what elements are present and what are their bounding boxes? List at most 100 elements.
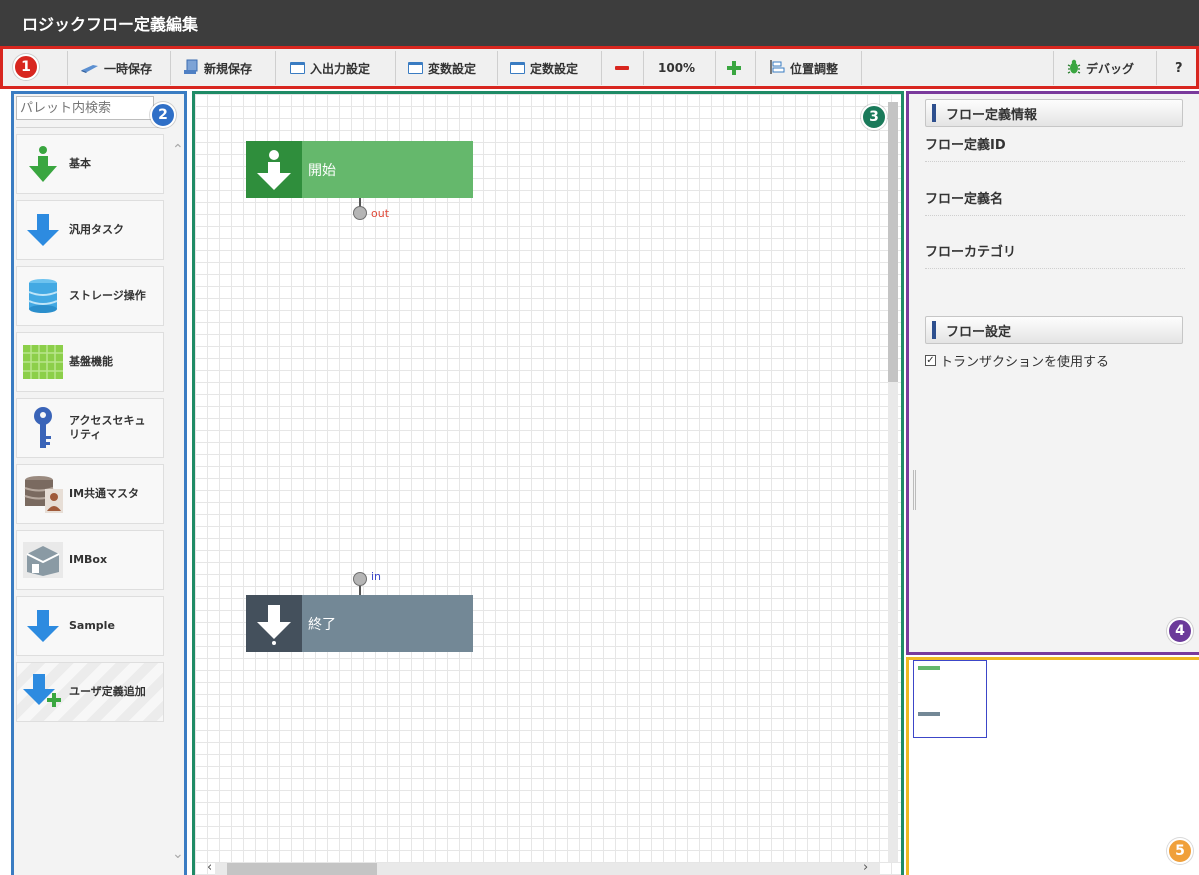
position-adjust-label: 位置調整 bbox=[790, 61, 839, 76]
palette-item-sample[interactable]: Sample bbox=[16, 596, 164, 656]
flow-info-header[interactable]: フロー定義情報 bbox=[925, 99, 1183, 127]
flow-id-label: フロー定義ID bbox=[925, 134, 1185, 162]
toolbar-separator bbox=[170, 51, 171, 85]
palette-item-storage[interactable]: ストレージ操作 bbox=[16, 266, 164, 326]
overview-minimap[interactable]: 5 bbox=[906, 657, 1199, 875]
palette-item-label: IMBox bbox=[69, 553, 108, 566]
plus-icon bbox=[727, 61, 741, 75]
palette-item-add-user-defined[interactable]: ユーザ定義追加 bbox=[16, 662, 164, 722]
palette-item-platform[interactable]: 基盤機能 bbox=[16, 332, 164, 392]
palette-search-input[interactable] bbox=[16, 96, 154, 120]
toolbar-separator bbox=[601, 51, 602, 85]
help-button[interactable]: ? bbox=[1175, 55, 1183, 81]
section-bar bbox=[932, 104, 936, 122]
palette-item-im-master[interactable]: IM共通マスタ bbox=[16, 464, 164, 524]
minus-icon bbox=[615, 66, 629, 70]
scroll-left-icon[interactable]: ‹ bbox=[207, 860, 212, 875]
callout-badge-2: 2 bbox=[150, 102, 176, 128]
minimap-viewport[interactable] bbox=[913, 660, 987, 738]
key-icon bbox=[17, 398, 69, 458]
palette-item-label: ストレージ操作 bbox=[69, 289, 146, 302]
toolbar-separator bbox=[755, 51, 756, 85]
scroll-down-icon[interactable]: ⌄ bbox=[172, 846, 184, 862]
flow-name-label: フロー定義名 bbox=[925, 188, 1185, 216]
io-settings-button[interactable]: 入出力設定 bbox=[290, 55, 370, 81]
temp-save-button[interactable]: 一時保存 bbox=[81, 55, 152, 81]
end-node-label: 終了 bbox=[302, 595, 473, 652]
scroll-up-icon[interactable]: ⌃ bbox=[172, 142, 184, 158]
flow-canvas[interactable]: 3 開始 out in 終了 ‹ › bbox=[192, 91, 904, 875]
out-port[interactable] bbox=[353, 206, 367, 220]
toolbar-separator bbox=[67, 51, 68, 85]
new-save-icon bbox=[183, 59, 199, 78]
box-icon bbox=[17, 530, 69, 590]
window-title: ロジックフロー定義編集 bbox=[22, 15, 199, 34]
use-transaction-checkbox[interactable]: ✓ トランザクションを使用する bbox=[925, 351, 1109, 370]
new-save-label: 新規保存 bbox=[204, 61, 253, 76]
canvas-horizontal-scrollbar[interactable] bbox=[215, 863, 880, 875]
in-port[interactable] bbox=[353, 572, 367, 586]
flow-info-header-label: フロー定義情報 bbox=[946, 107, 1038, 123]
temp-save-label: 一時保存 bbox=[104, 61, 153, 76]
blue-arrow-down-icon bbox=[17, 596, 69, 656]
end-node[interactable]: 終了 bbox=[246, 595, 473, 652]
storage-cylinder-icon bbox=[17, 266, 69, 326]
callout-badge-3: 3 bbox=[861, 104, 887, 130]
palette-item-basic[interactable]: 基本 bbox=[16, 134, 164, 194]
window-icon bbox=[290, 62, 305, 74]
minimap-start-node bbox=[918, 666, 940, 670]
panel-resize-handle[interactable] bbox=[913, 470, 916, 510]
flow-settings-header-label: フロー設定 bbox=[946, 324, 1012, 340]
palette-item-access-security[interactable]: アクセスセキュリティ bbox=[16, 398, 164, 458]
const-settings-label: 定数設定 bbox=[530, 61, 579, 76]
out-port-label: out bbox=[371, 207, 390, 220]
section-bar bbox=[932, 321, 936, 339]
callout-badge-1: 1 bbox=[13, 54, 39, 80]
flow-category-label: フローカテゴリ bbox=[925, 241, 1185, 269]
toolbar-separator bbox=[643, 51, 644, 85]
use-transaction-label: トランザクションを使用する bbox=[940, 355, 1110, 370]
logic-flow-editor: ロジックフロー定義編集 1 一時保存 新規保存 入出力設定 変数設定 定数設定 … bbox=[0, 0, 1199, 875]
palette-item-imbox[interactable]: IMBox bbox=[16, 530, 164, 590]
new-save-button[interactable]: 新規保存 bbox=[183, 55, 252, 81]
checkbox-checked-icon[interactable]: ✓ bbox=[925, 355, 936, 366]
zoom-out-button[interactable] bbox=[615, 55, 634, 81]
window-icon bbox=[510, 62, 525, 74]
palette-item-label: Sample bbox=[69, 619, 115, 632]
green-grid-icon bbox=[17, 332, 69, 392]
start-node[interactable]: 開始 bbox=[246, 141, 473, 198]
const-settings-button[interactable]: 定数設定 bbox=[510, 55, 578, 81]
toolbar-separator bbox=[275, 51, 276, 85]
position-adjust-button[interactable]: 位置調整 bbox=[769, 55, 838, 81]
bug-icon bbox=[1067, 59, 1081, 78]
palette-item-label: IM共通マスタ bbox=[69, 487, 140, 500]
zoom-level[interactable]: 100% bbox=[658, 55, 695, 81]
var-settings-label: 変数設定 bbox=[428, 61, 477, 76]
flow-settings-header[interactable]: フロー設定 bbox=[925, 316, 1183, 344]
scrollbar-thumb[interactable] bbox=[888, 102, 898, 382]
io-settings-label: 入出力設定 bbox=[310, 61, 371, 76]
var-settings-button[interactable]: 変数設定 bbox=[408, 55, 476, 81]
title-bar: ロジックフロー定義編集 bbox=[0, 0, 1199, 46]
scrollbar-thumb[interactable] bbox=[227, 863, 377, 875]
debug-button[interactable]: デバッグ bbox=[1067, 55, 1134, 81]
toolbar-separator bbox=[715, 51, 716, 85]
callout-badge-4: 4 bbox=[1167, 618, 1193, 644]
in-port-label: in bbox=[371, 570, 382, 583]
scroll-right-icon[interactable]: › bbox=[863, 860, 868, 875]
palette-item-label: 基本 bbox=[69, 157, 91, 170]
window-icon bbox=[408, 62, 423, 74]
toolbar: 1 一時保存 新規保存 入出力設定 変数設定 定数設定 100% 位置調整 デバ… bbox=[0, 46, 1199, 89]
minimap-end-node bbox=[918, 712, 940, 716]
align-icon bbox=[769, 59, 785, 78]
zoom-in-button[interactable] bbox=[727, 55, 746, 81]
end-arrow-icon bbox=[246, 595, 302, 652]
temp-save-icon bbox=[81, 61, 99, 76]
palette-item-label: ユーザ定義追加 bbox=[69, 685, 146, 698]
debug-label: デバッグ bbox=[1086, 61, 1135, 76]
palette-item-general-task[interactable]: 汎用タスク bbox=[16, 200, 164, 260]
divider bbox=[16, 127, 166, 128]
canvas-vertical-scrollbar[interactable] bbox=[888, 102, 898, 862]
palette-panel: 2 基本 汎用タスク ストレージ操作 基盤機能 bbox=[11, 91, 187, 875]
toolbar-separator bbox=[395, 51, 396, 85]
